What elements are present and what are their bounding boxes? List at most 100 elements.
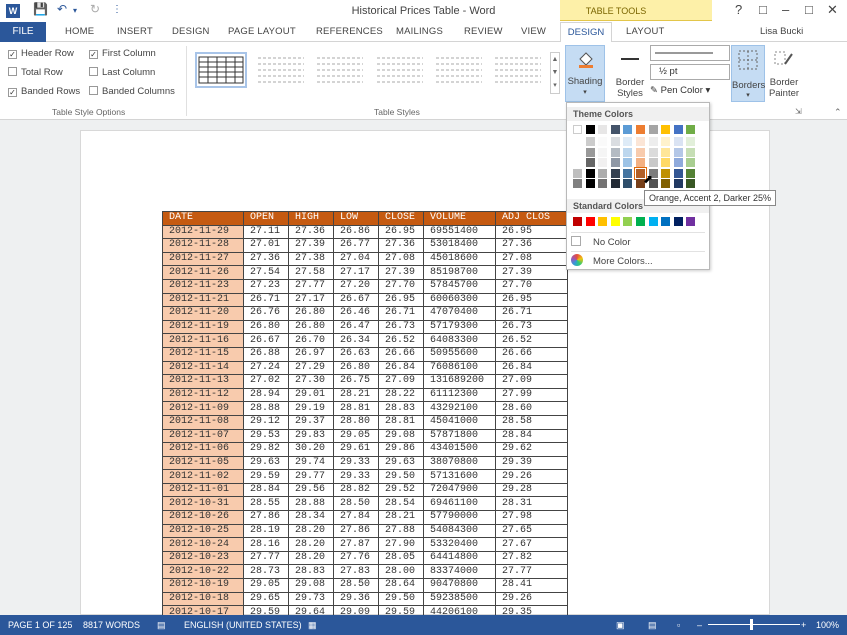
table-cell[interactable]: 27.39	[495, 265, 568, 280]
table-cell[interactable]: 26.80	[288, 319, 334, 335]
table-cell[interactable]: 2012-10-18	[162, 591, 244, 607]
theme-color-swatch[interactable]	[623, 125, 633, 134]
theme-color-swatch[interactable]	[585, 168, 595, 178]
table-cell[interactable]: 26.86	[333, 224, 379, 240]
styles-gallery-scroll[interactable]: ▲ ▼ ▾	[550, 52, 560, 94]
table-cell[interactable]: 28.20	[288, 550, 334, 566]
table-cell[interactable]: 29.01	[288, 387, 334, 403]
table-cell[interactable]: 29.28	[495, 482, 568, 498]
table-cell[interactable]: 26.97	[288, 346, 334, 362]
zoom-slider-thumb[interactable]	[750, 619, 753, 630]
table-cell[interactable]: 83374000	[423, 564, 496, 580]
table-cell[interactable]: 29.33	[333, 469, 379, 484]
table-cell[interactable]: 28.20	[288, 523, 334, 539]
table-cell[interactable]: 27.39	[378, 265, 424, 280]
table-cell[interactable]: 61112300	[423, 387, 496, 403]
close-icon[interactable]: ✕	[827, 2, 838, 18]
table-cell[interactable]: 28.05	[378, 550, 424, 566]
table-cell[interactable]: 85198700	[423, 265, 496, 280]
table-cell[interactable]: 2012-11-09	[162, 401, 244, 416]
table-cell[interactable]: 2012-10-23	[162, 550, 244, 566]
table-cell[interactable]: 26.95	[495, 292, 568, 308]
table-cell[interactable]: 2012-11-01	[162, 482, 244, 498]
theme-color-swatch[interactable]	[686, 137, 696, 146]
table-cell[interactable]: 27.70	[378, 278, 424, 294]
table-cell[interactable]: 54084300	[423, 523, 496, 539]
table-cell[interactable]: 28.19	[243, 523, 289, 539]
standard-color-swatch[interactable]	[623, 217, 633, 226]
theme-color-swatch[interactable]	[636, 158, 645, 167]
table-cell[interactable]: 29.77	[288, 469, 334, 484]
table-cell[interactable]: 29.26	[495, 591, 568, 607]
table-cell[interactable]: 27.38	[288, 251, 334, 267]
table-cell[interactable]: 28.84	[243, 482, 289, 498]
column-header[interactable]: ADJ CLOS	[495, 211, 568, 226]
table-cell[interactable]: 26.52	[378, 333, 424, 348]
theme-color-swatch[interactable]	[648, 147, 658, 157]
standard-color-swatch[interactable]	[598, 217, 608, 226]
borders-button[interactable]: Borders ▾	[731, 45, 765, 102]
table-cell[interactable]: 26.77	[333, 238, 379, 253]
language-status[interactable]: ENGLISH (UNITED STATES)	[184, 620, 302, 630]
theme-color-swatch[interactable]	[673, 158, 683, 167]
table-cell[interactable]: 28.55	[243, 496, 289, 512]
table-cell[interactable]: 2012-11-21	[162, 292, 244, 308]
table-cell[interactable]: 2012-11-13	[162, 374, 244, 389]
table-cell[interactable]: 28.82	[333, 482, 379, 498]
table-cell[interactable]: 29.53	[243, 428, 289, 444]
theme-color-swatch[interactable]	[673, 147, 683, 157]
table-cell[interactable]: 2012-11-07	[162, 428, 244, 444]
table-cell[interactable]: 2012-10-25	[162, 523, 244, 539]
ribbon-display-icon[interactable]: □	[759, 2, 767, 17]
table-cell[interactable]: 29.33	[333, 455, 379, 471]
table-cell[interactable]: 29.73	[288, 591, 334, 607]
table-cell[interactable]: 53320400	[423, 537, 496, 552]
table-cell[interactable]: 131689200	[423, 374, 496, 389]
table-cell[interactable]: 27.11	[243, 224, 289, 240]
table-cell[interactable]: 27.65	[495, 523, 568, 539]
web-layout-icon[interactable]: ▫	[677, 620, 680, 630]
table-cell[interactable]: 28.50	[333, 578, 379, 593]
table-cell[interactable]: 28.00	[378, 564, 424, 580]
table-cell[interactable]: 43401500	[423, 442, 496, 457]
table-cell[interactable]: 27.36	[243, 251, 289, 267]
line-weight-select[interactable]: ½ pt	[650, 64, 730, 80]
table-cell[interactable]: 64414800	[423, 550, 496, 566]
table-cell[interactable]: 27.77	[288, 278, 334, 294]
table-cell[interactable]: 26.80	[243, 319, 289, 335]
total-row-option[interactable]: Total Row	[8, 67, 63, 78]
table-cell[interactable]: 2012-11-20	[162, 306, 244, 321]
theme-color-swatch[interactable]	[610, 168, 620, 178]
table-cell[interactable]: 45041000	[423, 414, 496, 430]
table-cell[interactable]: 27.70	[495, 278, 568, 294]
table-cell[interactable]: 28.50	[333, 496, 379, 512]
table-cell[interactable]: 29.37	[288, 414, 334, 430]
table-cell[interactable]: 26.71	[243, 292, 289, 308]
table-cell[interactable]: 26.66	[495, 346, 568, 362]
theme-color-swatch[interactable]	[648, 137, 658, 146]
table-cell[interactable]: 27.86	[333, 523, 379, 539]
table-cell[interactable]: 28.21	[333, 387, 379, 403]
standard-color-swatch[interactable]	[610, 217, 620, 226]
table-cell[interactable]: 27.76	[333, 550, 379, 566]
standard-color-swatch[interactable]	[648, 217, 658, 226]
theme-color-swatch[interactable]	[623, 137, 633, 146]
pen-color-button[interactable]: ✎ Pen Color ▾	[650, 85, 710, 96]
table-cell[interactable]: 60060300	[423, 292, 496, 308]
border-styles-button[interactable]: Border Styles	[612, 50, 648, 99]
theme-color-swatch[interactable]	[585, 137, 595, 146]
table-cell[interactable]: 28.58	[495, 414, 568, 430]
table-cell[interactable]: 29.19	[288, 401, 334, 416]
table-cell[interactable]: 2012-11-19	[162, 319, 244, 335]
theme-color-swatch[interactable]	[673, 168, 683, 178]
theme-color-swatch[interactable]	[673, 179, 683, 188]
table-cell[interactable]: 29.08	[378, 428, 424, 444]
column-header[interactable]: LOW	[333, 211, 379, 226]
table-cell[interactable]: 28.41	[495, 578, 568, 593]
table-cell[interactable]: 26.80	[288, 306, 334, 321]
theme-color-swatch[interactable]	[623, 158, 633, 167]
table-cell[interactable]: 27.17	[288, 292, 334, 308]
table-cell[interactable]: 26.71	[378, 306, 424, 321]
proofing-icon[interactable]: ▤	[157, 620, 166, 631]
theme-color-swatch[interactable]	[598, 168, 608, 178]
